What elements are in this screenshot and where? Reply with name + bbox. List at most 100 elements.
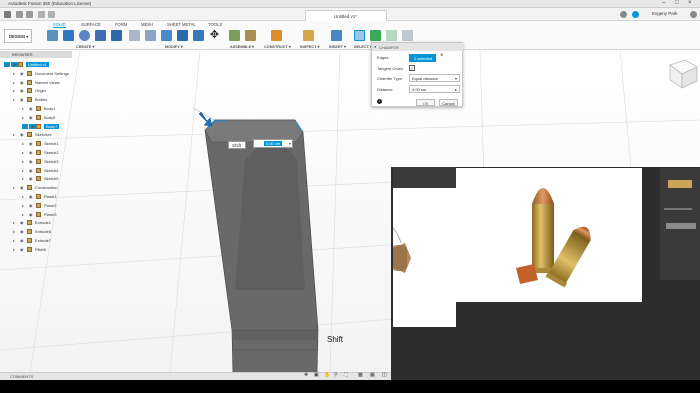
expand-arrow-icon[interactable]: ▸: [13, 132, 15, 137]
browser-item[interactable]: ▸ ◉ Document Settings: [0, 69, 72, 78]
visibility-eye-icon[interactable]: ◉: [20, 71, 24, 76]
close-icon[interactable]: ×: [688, 0, 692, 6]
expand-arrow-icon[interactable]: ▸: [22, 203, 24, 208]
expand-arrow-icon[interactable]: ▸: [4, 62, 11, 67]
browser-item[interactable]: ▸ ◉ Sketch4: [0, 166, 72, 175]
pan-icon[interactable]: ✋: [324, 372, 330, 378]
inspect-menu[interactable]: INSPECT ▾: [300, 44, 319, 49]
view-cube[interactable]: [669, 59, 698, 89]
expand-arrow-icon[interactable]: ▸: [13, 97, 15, 102]
expand-arrow-icon[interactable]: ▸: [13, 80, 15, 85]
distance-field[interactable]: 0.00 cm ▸: [409, 85, 460, 93]
assemble-menu[interactable]: ASSEMBLE ▾: [230, 44, 254, 49]
cancel-button[interactable]: Cancel: [439, 99, 458, 106]
visibility-eye-icon[interactable]: ◉: [29, 141, 33, 146]
measure-icon[interactable]: [303, 30, 314, 41]
expand-arrow-icon[interactable]: ▸: [13, 247, 15, 252]
construct-menu[interactable]: CONSTRUCT ▾: [264, 44, 291, 49]
appearance-icon[interactable]: [370, 30, 381, 41]
browser-item[interactable]: ▸ ◉ Untitled v1: [0, 60, 72, 69]
visibility-eye-icon[interactable]: ◉: [20, 185, 24, 190]
distance-dropdown-icon[interactable]: ▾: [287, 141, 293, 146]
zoom-icon[interactable]: ⚲: [334, 372, 338, 378]
document-tab[interactable]: Untitled v1*: [305, 10, 387, 21]
physical-material-icon[interactable]: [386, 30, 397, 41]
info-icon[interactable]: i: [377, 99, 382, 104]
expand-arrow-icon[interactable]: ▸: [22, 106, 24, 111]
visibility-eye-icon[interactable]: ◉: [29, 212, 33, 217]
browser-item[interactable]: ▸ ◉ Plane1: [0, 192, 72, 201]
save-icon[interactable]: [26, 11, 33, 18]
display-settings-icon[interactable]: ▩: [358, 372, 363, 378]
minimize-icon[interactable]: –: [662, 0, 665, 6]
account-icon[interactable]: [632, 11, 639, 18]
display-settings-icon[interactable]: [402, 30, 413, 41]
help-icon[interactable]: [690, 11, 697, 18]
visibility-eye-icon[interactable]: ◉: [20, 80, 24, 85]
clear-selection-icon[interactable]: ×: [440, 53, 444, 59]
visibility-eye-icon[interactable]: ◉: [20, 229, 24, 234]
extrude-icon[interactable]: [63, 30, 74, 41]
combine-icon[interactable]: [193, 30, 204, 41]
browser-item[interactable]: ▸ ◉ Plane2: [0, 201, 72, 210]
fit-icon[interactable]: ⛶: [344, 372, 348, 378]
design-workspace-button[interactable]: DESIGN ▾: [4, 29, 32, 43]
expand-arrow-icon[interactable]: ▸: [22, 150, 24, 155]
expand-arrow-icon[interactable]: ▸: [22, 141, 24, 146]
visibility-eye-icon[interactable]: ◉: [29, 176, 33, 181]
user-name[interactable]: Evgeny Park: [652, 11, 678, 16]
visibility-eye-icon[interactable]: ◉: [29, 115, 33, 120]
create-sketch-icon[interactable]: [47, 30, 58, 41]
tab-tools[interactable]: TOOLS: [208, 22, 222, 27]
browser-item[interactable]: ▸ ◉ Sketch1: [0, 139, 72, 148]
edges-select-button[interactable]: 2 selected: [409, 54, 436, 62]
undo-icon[interactable]: [38, 11, 45, 18]
look-at-icon[interactable]: ▣: [314, 372, 319, 378]
chamfer-distance-manipulator[interactable]: [198, 111, 213, 127]
visibility-eye-icon[interactable]: ◉: [20, 97, 24, 102]
press-pull-icon[interactable]: [129, 30, 140, 41]
visibility-eye-icon[interactable]: ◉: [29, 150, 33, 155]
expand-arrow-icon[interactable]: ▸: [13, 185, 15, 190]
expand-arrow-icon[interactable]: ▸: [22, 212, 24, 217]
ok-button[interactable]: OK: [416, 99, 435, 106]
browser-item[interactable]: ▸ ◉ Sketch2: [0, 148, 72, 157]
distance-inline-input[interactable]: 0.00 cm ▾: [253, 139, 293, 148]
add-tab-icon[interactable]: [620, 11, 627, 18]
tab-sheet-metal[interactable]: SHEET METAL: [167, 22, 196, 27]
visibility-eye-icon[interactable]: ◉: [29, 168, 33, 173]
browser-item[interactable]: ▸ ◉ Sketch3: [0, 157, 72, 166]
viewports-icon[interactable]: ◫: [382, 372, 387, 378]
visibility-eye-icon[interactable]: ◉: [20, 247, 24, 252]
browser-item[interactable]: ▸ ◉ Sketch5: [0, 174, 72, 183]
chamfer-type-select[interactable]: Equal distance ▾: [409, 74, 460, 82]
expand-arrow-icon[interactable]: ▸: [13, 88, 15, 93]
browser-item[interactable]: ▸ ◉ Fillet8: [0, 245, 72, 254]
body7-model[interactable]: [204, 119, 319, 372]
visibility-eye-icon[interactable]: ◉: [20, 132, 24, 137]
grid-menu-icon[interactable]: [4, 11, 11, 18]
modify-menu[interactable]: MODIFY ▾: [165, 44, 183, 49]
expand-arrow-icon[interactable]: ▸: [22, 176, 24, 181]
shell-icon[interactable]: [177, 30, 188, 41]
grid-settings-icon[interactable]: ▦: [370, 372, 375, 378]
visibility-eye-icon[interactable]: ◉: [20, 220, 24, 225]
visibility-eye-icon[interactable]: ◉: [29, 159, 33, 164]
visibility-eye-icon[interactable]: ◉: [29, 194, 33, 199]
create-menu[interactable]: CREATE ▾: [76, 44, 94, 49]
orbit-icon[interactable]: ✥: [304, 372, 308, 378]
hole-icon[interactable]: [95, 30, 106, 41]
browser-item[interactable]: ▸ ◉ Extrude1: [0, 218, 72, 227]
revolve-icon[interactable]: [79, 30, 90, 41]
browser-item[interactable]: ▸ ◉ Sketches: [0, 130, 72, 139]
move-icon[interactable]: ✥: [209, 30, 220, 41]
browser-item[interactable]: ▸ ◉ Plane3: [0, 210, 72, 219]
maximize-icon[interactable]: □: [675, 0, 679, 6]
chamfer-icon[interactable]: [161, 30, 172, 41]
file-icon[interactable]: [16, 11, 23, 18]
new-component-icon[interactable]: [229, 30, 240, 41]
tab-solid[interactable]: SOLID: [53, 22, 66, 28]
insert-menu[interactable]: INSERT ▾: [329, 44, 346, 49]
browser-item[interactable]: ▸ ◉ Named Views: [0, 78, 72, 87]
browser-item[interactable]: ▸ ◉ Origin: [0, 86, 72, 95]
